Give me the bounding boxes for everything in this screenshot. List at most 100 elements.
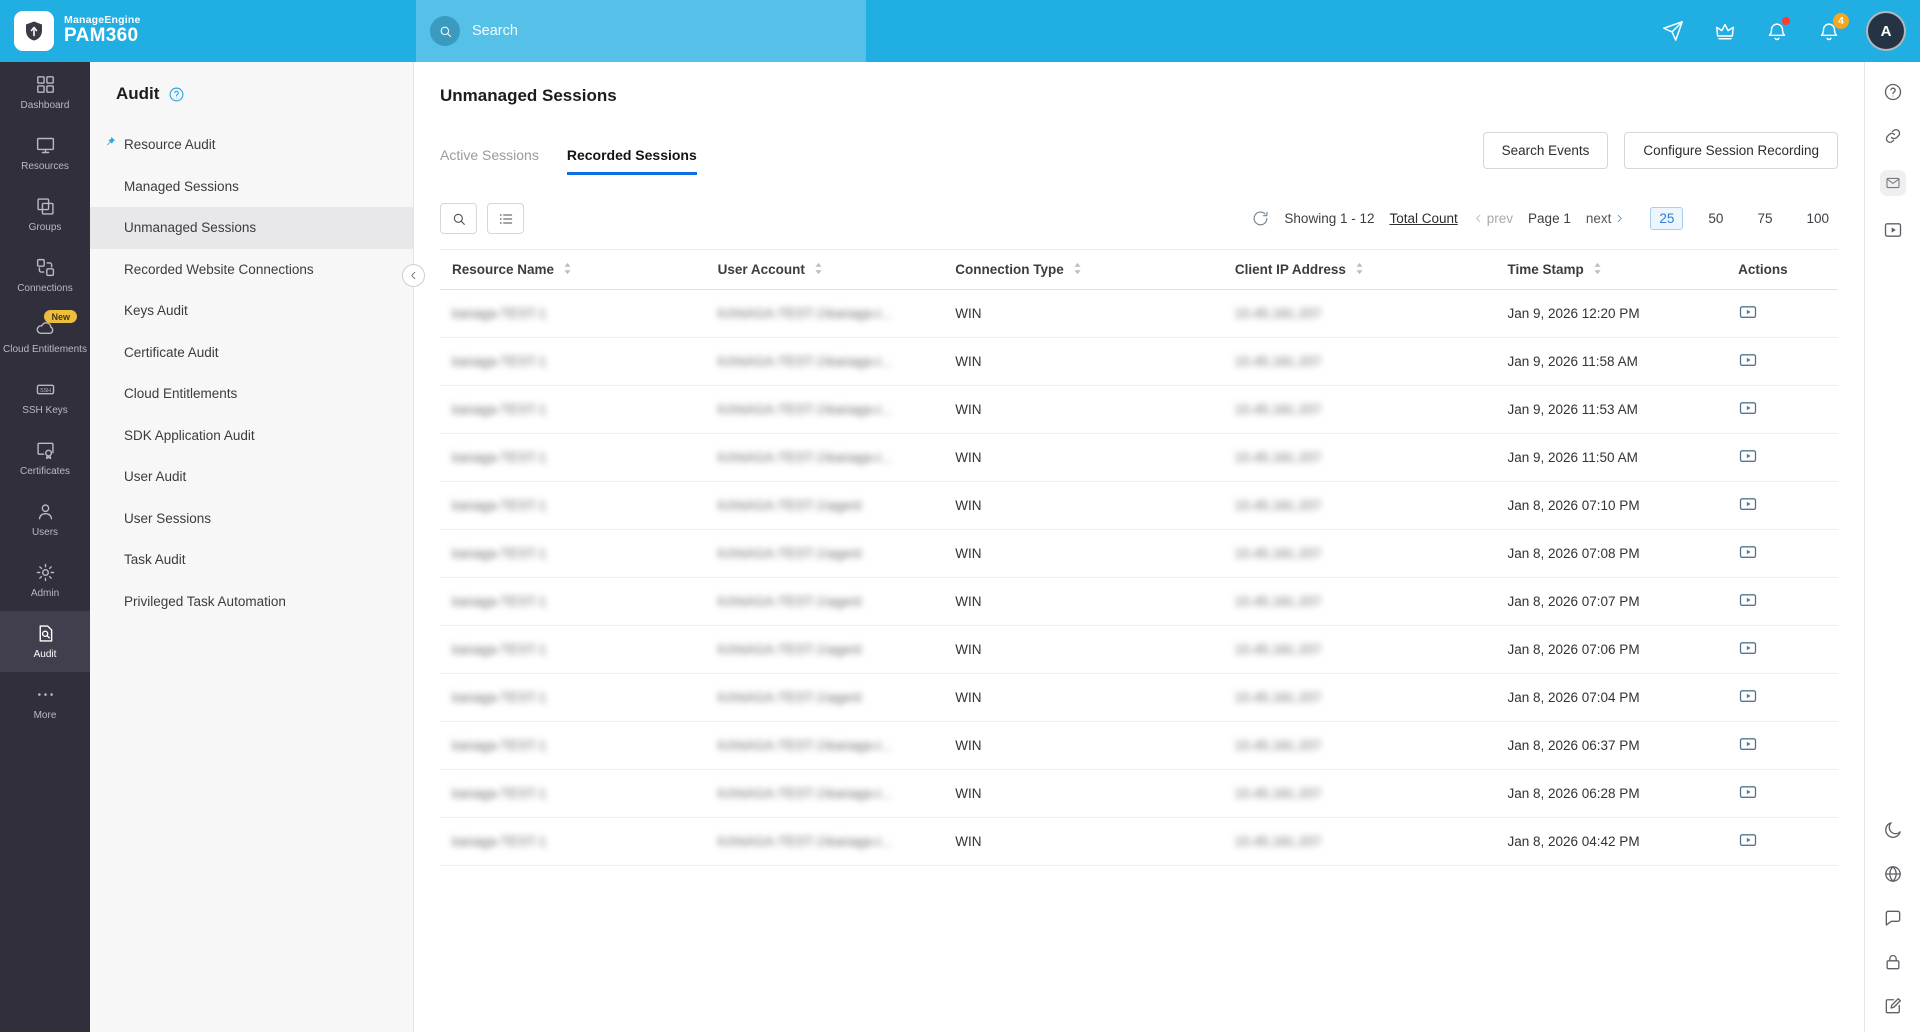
inbox-mail-icon[interactable]	[1879, 170, 1906, 196]
prev-page-button[interactable]: prev	[1473, 211, 1513, 226]
page-size-100[interactable]: 100	[1797, 207, 1838, 230]
nav-item-resources[interactable]: Resources	[0, 123, 90, 184]
nav-item-label: Audit	[33, 648, 57, 660]
search-events-button[interactable]: Search Events	[1482, 132, 1609, 169]
column-header-client-ip-address[interactable]: Client IP Address	[1222, 249, 1496, 290]
sidebar-collapse-button[interactable]	[402, 264, 425, 287]
sort-icon[interactable]	[1593, 262, 1602, 275]
sidebar-item-label: Unmanaged Sessions	[124, 220, 257, 236]
sidebar-item-unmanaged-sessions[interactable]: Unmanaged Sessions	[90, 207, 413, 249]
sidebar-head: Audit	[90, 62, 413, 124]
sort-icon[interactable]	[814, 262, 823, 275]
sidebar-menu: Resource Audit Managed Sessions Unmanaged …	[90, 124, 413, 623]
nav-item-cloud-entitlements[interactable]: Cloud Entitlements New	[0, 306, 90, 367]
page-size-50[interactable]: 50	[1699, 207, 1732, 230]
sort-icon[interactable]	[1355, 262, 1364, 275]
column-header-user-account[interactable]: User Account	[705, 249, 944, 290]
recorded-session-icon[interactable]	[1738, 446, 1758, 466]
recorded-session-icon[interactable]	[1738, 398, 1758, 418]
nav-item-users[interactable]: Users	[0, 489, 90, 550]
sidebar-item-managed-sessions[interactable]: Managed Sessions	[90, 166, 413, 208]
column-chooser-icon[interactable]	[487, 203, 524, 234]
right-rail-top	[1879, 82, 1906, 240]
sidebar-item-keys-audit[interactable]: Keys Audit	[90, 290, 413, 332]
recorded-session-icon[interactable]	[1738, 542, 1758, 562]
feedback-compose-icon[interactable]	[1883, 996, 1903, 1016]
session-lock-icon[interactable]	[1883, 952, 1903, 972]
table-search-icon[interactable]	[440, 203, 477, 234]
nav-item-connections[interactable]: Connections	[0, 245, 90, 306]
client-ip-cell: 10.45.181.207	[1222, 625, 1496, 674]
new-badge: New	[44, 310, 77, 323]
sidebar-item-task-audit[interactable]: Task Audit	[90, 539, 413, 581]
recorded-session-icon[interactable]	[1738, 782, 1758, 802]
nav-item-admin[interactable]: Admin	[0, 550, 90, 611]
column-header-time-stamp[interactable]: Time Stamp	[1495, 249, 1727, 290]
sidebar-item-privileged-task-automation[interactable]: Privileged Task Automation	[90, 581, 413, 623]
recorded-session-icon[interactable]	[1738, 494, 1758, 514]
time-stamp-cell: Jan 8, 2026 07:04 PM	[1495, 673, 1727, 722]
recorded-session-icon[interactable]	[1738, 734, 1758, 754]
recorded-session-icon[interactable]	[1738, 638, 1758, 658]
recorded-session-icon[interactable]	[1738, 686, 1758, 706]
getting-started-icon[interactable]	[1883, 220, 1903, 240]
nav-item-more[interactable]: More	[0, 672, 90, 733]
page-size-75[interactable]: 75	[1748, 207, 1781, 230]
sort-icon[interactable]	[1073, 262, 1082, 275]
cell-value: WIN	[955, 594, 982, 609]
column-header-connection-type[interactable]: Connection Type	[943, 249, 1223, 290]
configure-session-recording-button[interactable]: Configure Session Recording	[1624, 132, 1838, 169]
chat-icon[interactable]	[1883, 908, 1903, 928]
sidebar-item-cloud-entitlements[interactable]: Cloud Entitlements	[90, 373, 413, 415]
quick-links-icon[interactable]	[1883, 126, 1903, 146]
nav-item-certificates[interactable]: Certificates	[0, 428, 90, 489]
sidebar-item-label: Task Audit	[124, 552, 186, 568]
cell-value: KANAGA-TEST-1\agent	[717, 642, 862, 657]
tab-active-sessions[interactable]: Active Sessions	[440, 147, 539, 175]
help-circle-icon[interactable]	[168, 86, 185, 103]
cell-value: 10.45.181.207	[1234, 834, 1322, 849]
recorded-session-icon[interactable]	[1738, 590, 1758, 610]
sidebar-item-user-sessions[interactable]: User Sessions	[90, 498, 413, 540]
nav-item-audit[interactable]: Audit	[0, 611, 90, 672]
brand[interactable]: ManageEngine PAM360	[0, 11, 155, 51]
actions-cell	[1726, 433, 1838, 482]
sidebar-item-label: Managed Sessions	[124, 178, 239, 194]
cell-value: 10.45.181.207	[1234, 690, 1322, 705]
sort-icon[interactable]	[563, 262, 572, 275]
sidebar-item-recorded-website-connections[interactable]: Recorded Website Connections	[90, 249, 413, 291]
recorded-session-icon[interactable]	[1738, 830, 1758, 850]
sidebar-item-sdk-application-audit[interactable]: SDK Application Audit	[90, 415, 413, 457]
nav-item-ssh-keys[interactable]: SSH SSH Keys	[0, 367, 90, 428]
refresh-icon[interactable]	[1252, 210, 1269, 227]
sidebar-item-resource-audit[interactable]: Resource Audit	[90, 124, 413, 166]
user-avatar[interactable]: A	[1866, 11, 1906, 51]
recorded-session-icon[interactable]	[1738, 350, 1758, 370]
language-globe-icon[interactable]	[1883, 864, 1903, 884]
nav-item-dashboard[interactable]: Dashboard	[0, 62, 90, 123]
nav-item-label: More	[33, 709, 57, 721]
announcements-icon[interactable]	[1662, 20, 1684, 42]
license-crown-icon[interactable]	[1714, 20, 1736, 42]
notifications-bell-icon[interactable]: 4	[1818, 13, 1849, 42]
sidebar-item-user-audit[interactable]: User Audit	[90, 456, 413, 498]
column-header-label: Actions	[1738, 262, 1788, 277]
time-stamp-cell: Jan 9, 2026 11:53 AM	[1495, 385, 1727, 434]
nav-item-groups[interactable]: Groups	[0, 184, 90, 245]
alerts-bell-icon[interactable]	[1766, 17, 1790, 42]
dark-mode-moon-icon[interactable]	[1883, 820, 1903, 840]
pagination: Showing 1 - 12 Total Count prev Page 1 n…	[1252, 207, 1838, 230]
tab-recorded-sessions[interactable]: Recorded Sessions	[566, 147, 697, 175]
help-circle-icon[interactable]	[1883, 82, 1903, 102]
page-size-25[interactable]: 25	[1650, 207, 1684, 230]
time-stamp-cell: Jan 8, 2026 06:37 PM	[1495, 721, 1727, 770]
recorded-session-icon[interactable]	[1738, 302, 1758, 322]
nav-item-label: Admin	[30, 587, 60, 599]
global-search[interactable]	[416, 0, 866, 62]
global-search-input[interactable]	[472, 23, 852, 39]
next-page-button[interactable]: next	[1586, 211, 1626, 226]
total-count-link[interactable]: Total Count	[1389, 211, 1457, 226]
table-row: kanaga-TEST-1 KANAGA-TEST-1\kanaga-t... WI…	[440, 817, 1838, 866]
sidebar-item-certificate-audit[interactable]: Certificate Audit	[90, 332, 413, 374]
column-header-resource-name[interactable]: Resource Name	[440, 249, 706, 290]
